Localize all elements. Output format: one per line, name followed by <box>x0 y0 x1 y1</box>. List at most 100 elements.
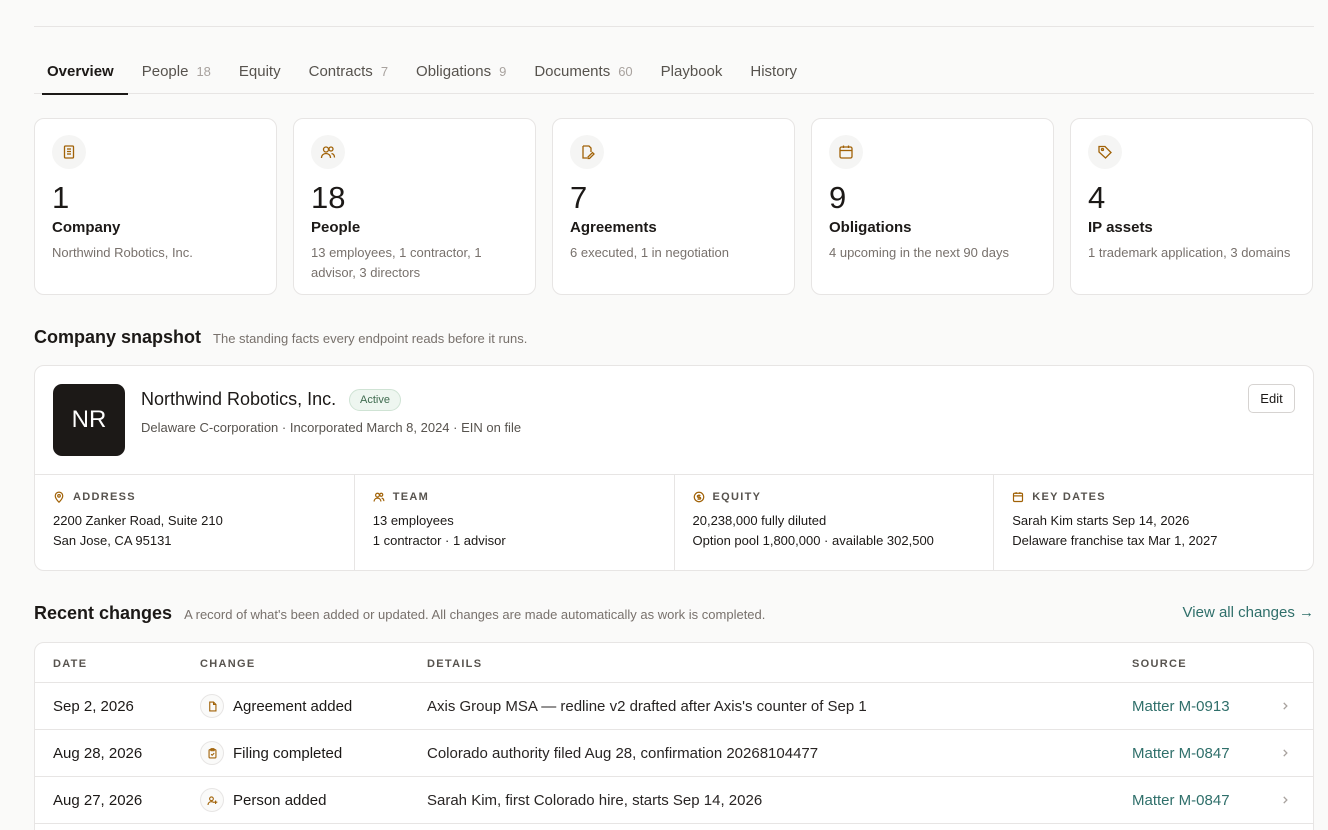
fact-heading: TEAM <box>392 491 430 503</box>
stat-cards: 1 Company Northwind Robotics, Inc. 18 Pe… <box>34 118 1313 295</box>
column-header-source: SOURCE <box>1132 658 1187 670</box>
row-date: Aug 27, 2026 <box>53 791 143 809</box>
row-source-link[interactable]: Matter M-0847 <box>1132 777 1230 823</box>
stat-value: 7 <box>570 180 588 215</box>
chevron-right-icon[interactable] <box>1280 683 1290 729</box>
chevron-right-icon[interactable] <box>1280 730 1290 776</box>
signature-icon <box>570 135 604 169</box>
stat-label: Company <box>52 219 121 236</box>
stat-card-ip-assets[interactable]: 4 IP assets 1 trademark application, 3 d… <box>1070 118 1313 295</box>
tab-documents[interactable]: Documents 60 <box>520 48 646 94</box>
row-details: Sarah Kim, first Colorado hire, starts S… <box>427 791 763 809</box>
row-details: Axis Group MSA — redline v2 drafted afte… <box>427 697 867 715</box>
table-row[interactable]: Aug 28, 2026 Filing completed Colorado a… <box>35 730 1313 777</box>
tab-bar: Overview People 18 Equity Contracts 7 Obli… <box>34 48 1314 95</box>
row-change-label: Agreement added <box>233 697 353 715</box>
status-badge: Active <box>349 389 401 411</box>
fact-line: Delaware franchise tax Mar 1, 2027 <box>1012 533 1218 548</box>
stat-card-people[interactable]: 18 People 13 employees, 1 contractor, 1 … <box>293 118 536 295</box>
table-row[interactable]: Aug 27, 2026 Person added Sarah Kim, fir… <box>35 777 1313 824</box>
changes-table: DATE CHANGE DETAILS SOURCE Sep 2, 2026 A… <box>34 642 1314 830</box>
fact-heading: ADDRESS <box>73 491 136 503</box>
building-icon <box>52 135 86 169</box>
tab-label: Overview <box>47 62 114 80</box>
section-title: Company snapshot <box>34 327 202 347</box>
company-logo: NR <box>53 384 125 456</box>
row-details: Colorado authority filed Aug 28, confirm… <box>427 744 819 762</box>
fact-team: TEAM 13 employees 1 contractor · 1 advis… <box>355 475 675 570</box>
stat-description: Northwind Robotics, Inc. <box>52 245 193 260</box>
clipboard-icon <box>200 741 224 765</box>
row-change: Filing completed <box>200 730 342 776</box>
row-source-link[interactable]: Matter M-0847 <box>1132 730 1230 776</box>
people-icon <box>311 135 345 169</box>
fact-line: San Jose, CA 95131 <box>53 533 172 548</box>
stat-card-agreements[interactable]: 7 Agreements 6 executed, 1 in negotiatio… <box>552 118 795 295</box>
fact-line: 1 contractor · 1 advisor <box>372 533 506 548</box>
calendar-icon <box>1013 492 1024 503</box>
company-snapshot-card: NR Northwind Robotics, Inc. Active Delaw… <box>34 365 1314 571</box>
fact-heading: EQUITY <box>712 491 762 503</box>
tab-label: Obligations <box>416 62 492 80</box>
fact-line: 2200 Zanker Road, Suite 210 <box>53 513 223 528</box>
stat-description: 13 employees, 1 contractor, 1 advisor, 3… <box>311 245 482 280</box>
header-divider <box>34 26 1314 27</box>
fact-address: ADDRESS 2200 Zanker Road, Suite 210 San … <box>35 475 355 570</box>
fact-line: 20,238,000 fully diluted <box>692 513 827 528</box>
tab-contracts[interactable]: Contracts 7 <box>295 48 402 94</box>
section-subtitle: The standing facts every endpoint reads … <box>213 331 528 346</box>
tab-equity[interactable]: Equity <box>225 48 295 94</box>
tab-label: Documents <box>534 62 611 80</box>
company-meta: Delaware C-corporation · Incorporated Ma… <box>141 420 522 435</box>
row-change: Person added <box>200 777 326 823</box>
stat-label: IP assets <box>1088 219 1153 236</box>
tab-playbook[interactable]: Playbook <box>647 48 737 94</box>
fact-grid: ADDRESS 2200 Zanker Road, Suite 210 San … <box>35 474 1313 570</box>
stat-card-obligations[interactable]: 9 Obligations 4 upcoming in the next 90 … <box>811 118 1054 295</box>
chevron-right-icon[interactable] <box>1280 777 1290 823</box>
stat-label: Obligations <box>829 219 912 236</box>
person-add-icon <box>200 788 224 812</box>
fact-heading: KEY DATES <box>1032 491 1106 503</box>
tab-count: 18 <box>196 63 211 79</box>
tab-count: 7 <box>380 63 389 79</box>
company-name: Northwind Robotics, Inc. <box>141 389 337 409</box>
snapshot-header: Company snapshot The standing facts ever… <box>34 327 527 348</box>
stat-label: Agreements <box>570 219 657 236</box>
fact-line: Option pool 1,800,000 · available 302,50… <box>692 533 934 548</box>
stat-value: 18 <box>311 180 346 215</box>
stat-value: 4 <box>1088 180 1106 215</box>
section-subtitle: A record of what's been added or updated… <box>184 607 766 622</box>
row-change-label: Filing completed <box>233 744 343 762</box>
calendar-icon <box>829 135 863 169</box>
view-all-changes-link[interactable]: View all changes → <box>1183 604 1314 621</box>
stat-description: 1 trademark application, 3 domains <box>1088 245 1291 260</box>
column-header-change: CHANGE <box>200 658 256 670</box>
row-source-link[interactable]: Matter M-0913 <box>1132 683 1230 729</box>
tab-history[interactable]: History <box>736 48 811 94</box>
tab-overview[interactable]: Overview <box>34 48 128 95</box>
stat-label: People <box>311 219 361 236</box>
tab-count: 9 <box>499 63 507 79</box>
stat-description: 4 upcoming in the next 90 days <box>829 245 1009 260</box>
tab-label: People <box>141 62 189 80</box>
row-date: Aug 28, 2026 <box>53 744 143 762</box>
people-icon <box>373 492 385 502</box>
row-change: Agreement added <box>200 683 352 729</box>
tab-people[interactable]: People 18 <box>128 48 225 94</box>
column-header-details: DETAILS <box>427 658 483 670</box>
fact-line: Sarah Kim starts Sep 14, 2026 <box>1012 513 1190 528</box>
row-date: Sep 2, 2026 <box>53 697 134 715</box>
stat-description: 6 executed, 1 in negotiation <box>570 245 730 260</box>
fact-key-dates: KEY DATES Sarah Kim starts Sep 14, 2026 … <box>994 475 1313 570</box>
fact-line: 13 employees <box>372 513 454 528</box>
edit-button[interactable]: Edit <box>1248 384 1295 413</box>
tab-count: 60 <box>618 63 633 79</box>
stat-value: 1 <box>52 180 70 215</box>
tab-label: Contracts <box>308 62 373 80</box>
stat-card-company[interactable]: 1 Company Northwind Robotics, Inc. <box>34 118 277 295</box>
tab-obligations[interactable]: Obligations 9 <box>402 48 520 94</box>
tab-label: History <box>750 62 798 80</box>
table-row[interactable]: Sep 2, 2026 Agreement added Axis Group M… <box>35 683 1313 730</box>
tab-label: Playbook <box>660 62 723 80</box>
